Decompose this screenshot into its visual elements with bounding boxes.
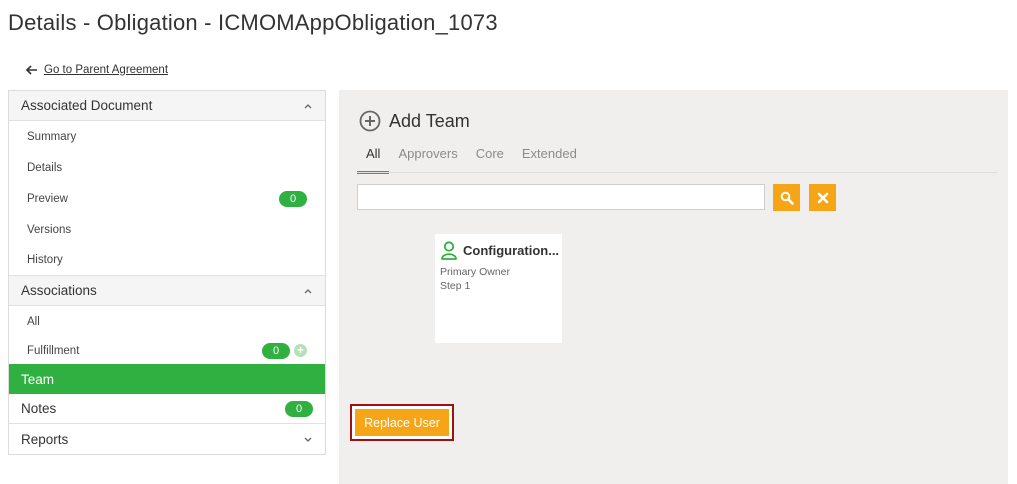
- replace-user-button[interactable]: Replace User: [355, 409, 449, 436]
- sidebar-item-label: Details: [27, 161, 63, 174]
- plus-circle-icon[interactable]: +: [294, 344, 307, 357]
- team-panel: Add Team All Approvers Core Extended Con…: [339, 90, 1008, 484]
- team-tabs: All Approvers Core Extended: [357, 146, 586, 174]
- chevron-up-icon: [304, 103, 312, 108]
- section-associations[interactable]: Associations: [9, 276, 325, 306]
- search-icon: [780, 191, 794, 205]
- search-button[interactable]: [773, 184, 800, 211]
- member-name: Configuration...: [463, 243, 560, 258]
- section-label: Associations: [21, 283, 97, 298]
- back-link-label: Go to Parent Agreement: [44, 64, 169, 76]
- member-role: Primary Owner: [440, 266, 511, 278]
- close-icon: [817, 192, 828, 203]
- sidebar-item-summary[interactable]: Summary: [9, 121, 325, 152]
- sidebar-item-label: All: [27, 315, 40, 328]
- sidebar-item-fulfillment[interactable]: Fulfillment 0 +: [9, 337, 325, 364]
- tab-all[interactable]: All: [357, 146, 390, 174]
- replace-user-highlight: Replace User: [350, 404, 454, 441]
- section-label: Associated Document: [21, 98, 153, 113]
- tab-core[interactable]: Core: [467, 146, 513, 174]
- section-label: Reports: [21, 431, 69, 447]
- count-badge: 0: [285, 400, 313, 417]
- sidebar-item-preview[interactable]: Preview 0: [9, 183, 325, 214]
- go-to-parent-agreement-link[interactable]: Go to Parent Agreement: [26, 64, 168, 76]
- sidebar-item-label: History: [27, 254, 63, 266]
- team-search-input[interactable]: [357, 184, 765, 210]
- sidebar-item-details[interactable]: Details: [9, 152, 325, 183]
- tab-divider: [357, 172, 997, 173]
- sidebar-item-label: Notes: [21, 401, 57, 416]
- count-badge: 0: [262, 342, 290, 359]
- sidebar-item-notes[interactable]: Notes 0: [9, 394, 325, 424]
- section-associated-document[interactable]: Associated Document: [9, 91, 325, 121]
- add-team-button[interactable]: Add Team: [359, 110, 470, 132]
- count-badge: 0: [279, 190, 307, 207]
- sidebar-item-team[interactable]: Team: [9, 364, 325, 394]
- user-icon: [441, 241, 457, 260]
- card-header: Configuration...: [441, 241, 559, 260]
- sidebar-item-label: Summary: [27, 130, 77, 143]
- sidebar-item-label: Versions: [27, 223, 72, 236]
- sidebar-item-label: Fulfillment: [27, 344, 80, 357]
- fulfillment-actions: 0 +: [262, 342, 307, 359]
- sidebar-item-label: Preview: [27, 192, 68, 205]
- tab-approvers[interactable]: Approvers: [389, 146, 466, 174]
- sidebar-item-label: Team: [21, 371, 55, 387]
- member-step: Step 1: [440, 280, 471, 292]
- sidebar-item-history[interactable]: History: [9, 245, 325, 276]
- sidebar: Associated Document Summary Details Prev…: [8, 90, 326, 455]
- sidebar-item-versions[interactable]: Versions: [9, 214, 325, 245]
- clear-search-button[interactable]: [809, 184, 836, 211]
- add-circle-icon: [359, 110, 381, 132]
- section-reports[interactable]: Reports: [9, 424, 325, 454]
- back-arrow-icon: [26, 65, 37, 75]
- team-member-card[interactable]: Configuration... Primary Owner Step 1: [435, 234, 562, 343]
- sidebar-item-all[interactable]: All: [9, 306, 325, 337]
- chevron-up-icon: [304, 288, 312, 293]
- chevron-down-icon: [304, 437, 312, 442]
- page-title: Details - Obligation - ICMOMAppObligatio…: [8, 10, 498, 35]
- tab-extended[interactable]: Extended: [513, 146, 586, 174]
- add-team-label: Add Team: [389, 110, 470, 131]
